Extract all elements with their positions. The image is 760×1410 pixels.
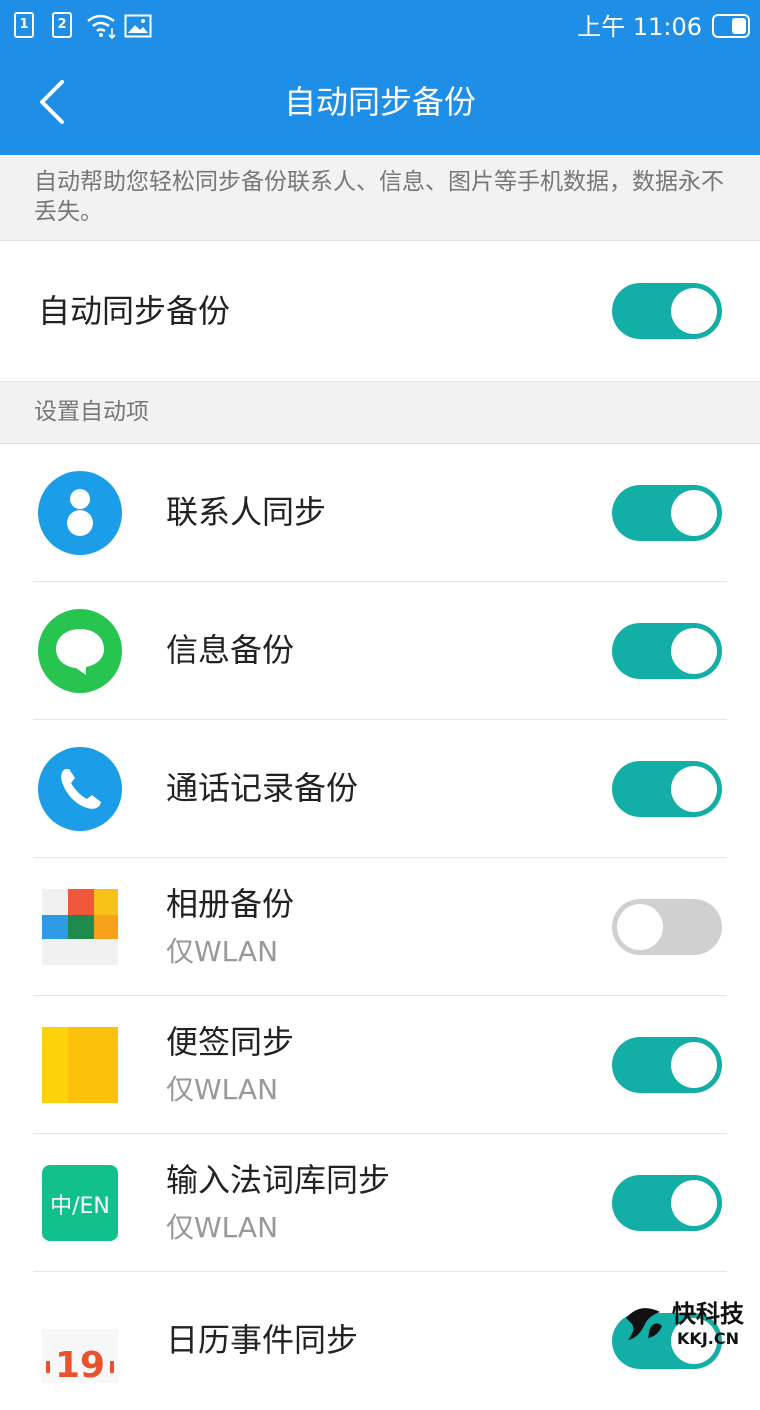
master-sync-label: 自动同步备份: [38, 292, 231, 330]
section-header: 设置自动项: [0, 381, 760, 444]
calendar-icon: 19: [42, 1329, 118, 1383]
album-icon: [42, 889, 118, 965]
list-item-call-log[interactable]: 通话记录备份: [0, 720, 760, 858]
battery-icon: [712, 14, 750, 38]
watermark-logo: 快科技 KKJ.CN: [626, 1300, 745, 1348]
item-name: 相册备份: [166, 885, 295, 923]
master-sync-toggle[interactable]: [612, 283, 722, 339]
phone-icon: [38, 747, 122, 831]
master-sync-row[interactable]: 自动同步备份: [0, 241, 760, 381]
item-name: 输入法词库同步: [166, 1161, 391, 1199]
watermark-text: 快科技: [672, 1300, 745, 1328]
message-icon: [38, 609, 122, 693]
sim2-icon: 2: [52, 12, 72, 38]
list-item-contacts[interactable]: 联系人同步: [0, 444, 760, 582]
list-item-input-method[interactable]: 中/EN 输入法词库同步 仅WLAN: [0, 1134, 760, 1272]
contacts-sync-toggle[interactable]: [612, 485, 722, 541]
status-bar: 1 2 上午 11:06: [0, 0, 760, 56]
status-time: 上午 11:06: [577, 13, 702, 41]
wifi-icon: [87, 14, 116, 40]
item-name: 便签同步: [166, 1023, 295, 1061]
notes-sync-toggle[interactable]: [612, 1037, 722, 1093]
list-item-album[interactable]: 相册备份 仅WLAN: [0, 858, 760, 996]
album-backup-toggle[interactable]: [612, 899, 722, 955]
item-name: 联系人同步: [166, 493, 327, 531]
image-notification-icon: [124, 14, 152, 38]
notes-icon: [42, 1027, 118, 1103]
list-item-messages[interactable]: 信息备份: [0, 582, 760, 720]
app-header: 1 2 上午 11:06 自动同步备份: [0, 0, 760, 155]
call-log-backup-toggle[interactable]: [612, 761, 722, 817]
item-subtitle: 仅WLAN: [166, 1073, 279, 1106]
item-subtitle: 仅WLAN: [166, 935, 279, 968]
sim1-icon: 1: [14, 12, 34, 38]
item-name: 通话记录备份: [166, 769, 359, 807]
watermark-subtext: KKJ.CN: [677, 1329, 739, 1348]
contacts-icon: [38, 471, 122, 555]
description-text: 自动帮助您轻松同步备份联系人、信息、图片等手机数据，数据永不丢失。: [0, 155, 760, 241]
input-method-sync-toggle[interactable]: [612, 1175, 722, 1231]
item-name: 信息备份: [166, 631, 295, 669]
input-method-icon: 中/EN: [42, 1165, 118, 1241]
messages-backup-toggle[interactable]: [612, 623, 722, 679]
list-item-notes[interactable]: 便签同步 仅WLAN: [0, 996, 760, 1134]
page-title: 自动同步备份: [283, 83, 476, 121]
input-method-icon-text: 中/EN: [50, 1194, 110, 1219]
item-name: 日历事件同步: [166, 1321, 359, 1359]
section-header-label: 设置自动项: [34, 399, 149, 425]
item-subtitle: 仅WLAN: [166, 1211, 279, 1244]
